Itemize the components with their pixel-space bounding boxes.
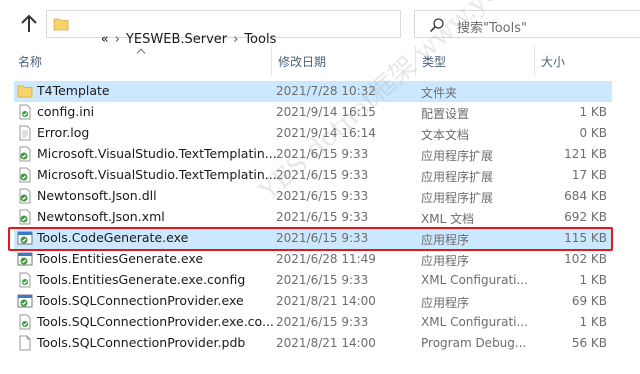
column-divider[interactable] <box>415 46 416 76</box>
file-size: 102 KB <box>564 252 607 266</box>
file-size: 69 KB <box>571 294 607 308</box>
pdb-file-icon <box>19 335 31 351</box>
file-type: 应用程序 <box>421 296 470 310</box>
file-name: config.ini <box>37 104 95 119</box>
file-name: Tools.SQLConnectionProvider.exe.co... <box>37 314 274 329</box>
file-type: 应用程序扩展 <box>421 149 494 163</box>
config-file-icon <box>19 104 31 120</box>
file-size: 1 KB <box>579 315 607 329</box>
file-date: 2021/8/21 14:00 <box>276 294 376 308</box>
column-type[interactable]: 类型 <box>422 46 446 78</box>
file-row[interactable]: config.ini 2021/9/14 16:15 配置设置 1 KB <box>14 102 612 123</box>
config-file-icon <box>19 272 31 288</box>
file-type: 配置设置 <box>421 107 470 121</box>
file-name: Microsoft.VisualStudio.TextTemplatin... <box>37 167 277 182</box>
search-icon <box>429 18 444 33</box>
file-size: 1 KB <box>579 273 607 287</box>
column-divider[interactable] <box>271 46 272 76</box>
file-name: Tools.EntitiesGenerate.exe <box>37 251 204 266</box>
file-row[interactable]: Tools.EntitiesGenerate.exe 2021/6/28 11:4… <box>14 249 612 270</box>
exe-file-icon <box>17 294 33 308</box>
dll-file-icon <box>19 167 31 183</box>
navigation-bar: «› YESWEB.Server › Tools 搜索"Tools" <box>0 0 640 47</box>
file-row[interactable]: Tools.SQLConnectionProvider.exe.co... 202… <box>14 312 612 333</box>
file-size: 692 KB <box>564 210 607 224</box>
file-type: 应用程序 <box>421 254 470 268</box>
file-type: 文件夹 <box>421 86 458 100</box>
xml-file-icon <box>19 209 31 225</box>
column-header: 名称 修改日期 类型 大小 <box>0 46 640 78</box>
file-size: 1 KB <box>579 105 607 119</box>
file-size: 684 KB <box>564 189 607 203</box>
file-date: 2021/6/15 9:33 <box>276 168 369 182</box>
file-date: 2021/7/28 10:32 <box>276 84 376 98</box>
address-bar[interactable]: «› YESWEB.Server › Tools <box>46 10 401 47</box>
dll-file-icon <box>19 146 31 162</box>
file-row[interactable]: Tools.SQLConnectionProvider.pdb 2021/8/21… <box>14 333 612 354</box>
breadcrumb-separator[interactable]: › <box>227 32 244 47</box>
file-name: Microsoft.VisualStudio.TextTemplatin... <box>37 146 277 161</box>
file-name: Tools.SQLConnectionProvider.exe <box>37 293 244 308</box>
file-date: 2021/6/15 9:33 <box>276 189 369 203</box>
file-row[interactable]: Microsoft.VisualStudio.TextTemplatin... 2… <box>14 165 612 186</box>
column-name[interactable]: 名称 <box>18 46 42 78</box>
file-date: 2021/6/15 9:33 <box>276 273 369 287</box>
file-size: 56 KB <box>571 336 607 350</box>
file-size: 121 KB <box>564 147 607 161</box>
breadcrumb-yesweb-server[interactable]: YESWEB.Server <box>126 32 227 47</box>
column-date[interactable]: 修改日期 <box>278 46 326 78</box>
file-date: 2021/8/21 14:00 <box>276 336 376 350</box>
file-row[interactable]: Error.log 2021/9/14 16:14 文本文档 0 KB <box>14 123 612 144</box>
search-placeholder: 搜索"Tools" <box>457 21 527 36</box>
config-file-icon <box>19 314 31 330</box>
file-type: XML 文档 <box>421 212 475 226</box>
file-date: 2021/9/14 16:14 <box>276 126 376 140</box>
file-type: XML Configurati... <box>421 315 528 329</box>
file-name: Error.log <box>37 125 90 140</box>
breadcrumb-overflow[interactable]: « <box>101 32 109 47</box>
file-name: Newtonsoft.Json.xml <box>37 209 165 224</box>
file-date: 2021/9/14 16:15 <box>276 105 376 119</box>
file-name: T4Template <box>37 83 110 98</box>
file-date: 2021/6/28 11:49 <box>276 252 376 266</box>
dll-file-icon <box>19 188 31 204</box>
file-row[interactable]: Tools.SQLConnectionProvider.exe 2021/8/21… <box>14 291 612 312</box>
file-row[interactable]: Newtonsoft.Json.dll 2021/6/15 9:33 应用程序扩展 6… <box>14 186 612 207</box>
highlight-box <box>8 227 613 251</box>
file-row[interactable]: T4Template 2021/7/28 10:32 文件夹 <box>14 81 612 102</box>
file-date: 2021/6/15 9:33 <box>276 147 369 161</box>
file-row[interactable]: Microsoft.VisualStudio.TextTemplatin... 2… <box>14 144 612 165</box>
breadcrumb-separator[interactable]: › <box>109 32 126 47</box>
up-arrow-icon[interactable] <box>20 14 38 34</box>
search-box[interactable]: 搜索"Tools" <box>414 10 640 38</box>
file-size: 0 KB <box>579 126 607 140</box>
file-type: XML Configurati... <box>421 273 528 287</box>
file-name: Newtonsoft.Json.dll <box>37 188 157 203</box>
column-size[interactable]: 大小 <box>541 46 565 78</box>
file-date: 2021/6/15 9:33 <box>276 210 369 224</box>
file-type: Program Debug... <box>421 336 527 350</box>
file-row[interactable]: Tools.EntitiesGenerate.exe.config 2021/6/… <box>14 270 612 291</box>
file-type: 应用程序扩展 <box>421 170 494 184</box>
sort-ascending-icon <box>136 48 146 54</box>
text-file-icon <box>19 125 31 141</box>
file-name: Tools.SQLConnectionProvider.pdb <box>37 335 246 350</box>
file-type: 应用程序扩展 <box>421 191 494 205</box>
file-size: 17 KB <box>571 168 607 182</box>
folder-icon <box>17 85 33 98</box>
file-type: 文本文档 <box>421 128 470 142</box>
column-divider[interactable] <box>534 46 535 76</box>
exe-file-icon <box>17 252 33 266</box>
file-name: Tools.EntitiesGenerate.exe.config <box>37 272 246 287</box>
file-date: 2021/6/15 9:33 <box>276 315 369 329</box>
breadcrumb-tools[interactable]: Tools <box>244 32 276 47</box>
file-row[interactable]: Newtonsoft.Json.xml 2021/6/15 9:33 XML 文档 6… <box>14 207 612 228</box>
folder-icon <box>53 18 69 31</box>
